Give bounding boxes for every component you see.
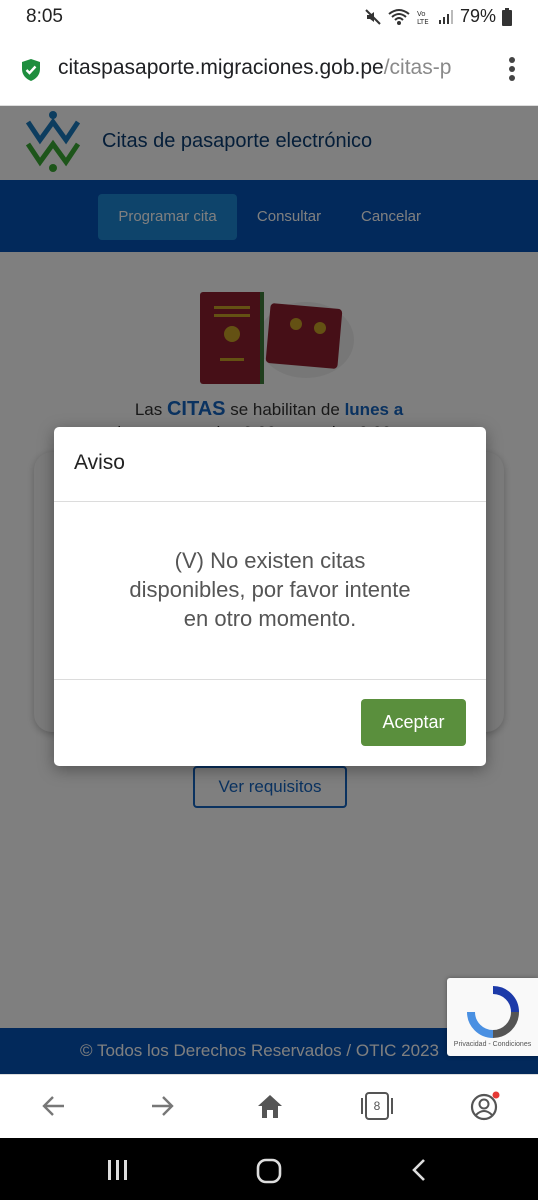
recaptcha-links[interactable]: Privacidad - Condiciones xyxy=(447,1041,538,1048)
status-bar: 8:05 Vo LTE 79% xyxy=(0,0,538,34)
battery-percent: 79% xyxy=(459,6,496,26)
recaptcha-badge[interactable]: Privacidad - Condiciones xyxy=(447,978,538,1056)
mute-icon xyxy=(364,8,382,26)
recaptcha-icon xyxy=(467,986,519,1043)
tab-count: 8 xyxy=(373,1099,381,1113)
wifi-icon xyxy=(388,8,410,26)
status-time: 8:05 xyxy=(26,6,63,27)
browser-url-bar: citaspasaporte.migraciones.gob.pe/citas-… xyxy=(0,34,538,106)
url-field[interactable]: citaspasaporte.migraciones.gob.pe/citas-… xyxy=(58,56,483,80)
dialog-body: (V) No existen citas disponibles, por fa… xyxy=(54,502,486,680)
home-icon[interactable] xyxy=(256,1091,284,1126)
tabs-icon[interactable]: 8 xyxy=(361,1091,393,1126)
dialog-message: (V) No existen citas disponibles, por fa… xyxy=(129,548,411,631)
account-icon[interactable] xyxy=(470,1091,500,1126)
aceptar-button[interactable]: Aceptar xyxy=(361,699,466,746)
aviso-dialog: Aviso (V) No existen citas disponibles, … xyxy=(54,427,486,766)
dialog-header: Aviso xyxy=(54,427,486,502)
more-vert-icon[interactable] xyxy=(508,56,516,87)
forward-arrow-icon[interactable] xyxy=(148,1091,176,1126)
url-path: /citas-p xyxy=(383,56,452,79)
web-page: Citas de pasaporte electrónico Programar… xyxy=(0,106,538,1074)
svg-text:LTE: LTE xyxy=(417,18,429,26)
back-arrow-icon[interactable] xyxy=(40,1091,68,1126)
status-icons: Vo LTE 79% xyxy=(364,6,512,27)
dialog-title: Aviso xyxy=(74,451,125,474)
url-domain: citaspasaporte.migraciones.gob.pe xyxy=(58,56,384,79)
signal-icon xyxy=(438,8,454,26)
system-nav-bar xyxy=(0,1138,538,1200)
home-circle-icon[interactable] xyxy=(256,1158,282,1189)
recent-apps-icon[interactable] xyxy=(106,1158,130,1187)
battery-icon xyxy=(502,7,512,26)
svg-text:Vo: Vo xyxy=(417,10,426,18)
system-back-icon[interactable] xyxy=(408,1158,430,1187)
volte-icon: Vo LTE xyxy=(416,8,432,26)
browser-toolbar: 8 xyxy=(0,1074,538,1138)
secure-shield-icon[interactable] xyxy=(20,58,42,87)
